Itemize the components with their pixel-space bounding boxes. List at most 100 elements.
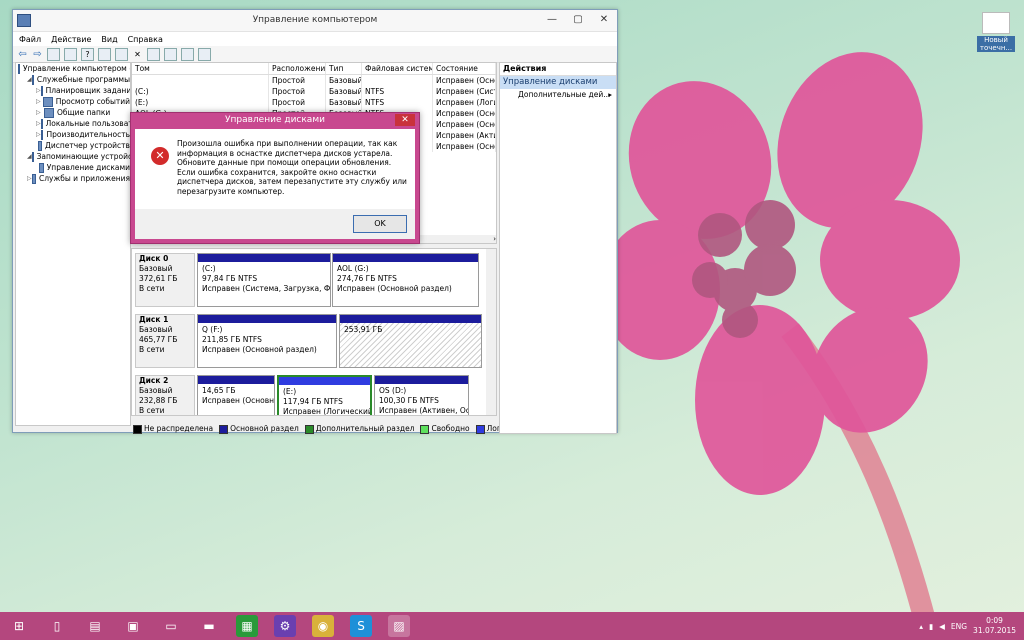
tree-node[interactable]: ▷ Планировщик заданий xyxy=(16,85,130,96)
refresh-icon[interactable] xyxy=(115,47,128,61)
partition-state: Исправен (Система, Загрузка, Файл г xyxy=(202,284,330,293)
actions-disk-management[interactable]: Управление дисками xyxy=(500,76,616,89)
menu-action[interactable]: Действие xyxy=(51,35,91,44)
partition-state: Исправен (Основной раздел) xyxy=(337,284,452,293)
tree-node[interactable]: ▷ Просмотр событий xyxy=(16,96,130,107)
dialog-close-button[interactable]: ✕ xyxy=(395,114,415,126)
clock-time: 0:09 xyxy=(986,616,1003,625)
network-icon[interactable]: ▮ xyxy=(929,622,933,631)
folder-icon[interactable]: ▬ xyxy=(198,615,220,637)
error-icon: ✕ xyxy=(151,147,169,165)
back-arrow-icon[interactable]: ⇦ xyxy=(17,49,28,60)
table-row[interactable]: (E:)ПростойБазовыйNTFSИсправен (Логич xyxy=(132,97,496,108)
properties-icon[interactable] xyxy=(98,47,111,61)
disk-name: Диск 1 xyxy=(139,315,169,324)
col-type[interactable]: Тип xyxy=(326,63,362,74)
open-icon[interactable] xyxy=(147,47,160,61)
tree-node-label: Запоминающие устройст xyxy=(36,152,131,161)
chrome-icon[interactable]: ◉ xyxy=(312,615,334,637)
disk-icon[interactable] xyxy=(198,47,211,61)
minimize-button[interactable]: — xyxy=(539,10,565,29)
language-indicator[interactable]: ENG xyxy=(951,622,967,631)
desktop-shortcut[interactable]: Новый точечн... xyxy=(977,12,1015,52)
col-status[interactable]: Состояние xyxy=(433,63,496,74)
tree-node[interactable]: ▷ Общие папки xyxy=(16,107,130,118)
volume-list-header: Том Расположение Тип Файловая система Со… xyxy=(132,63,496,75)
partition[interactable]: (C:) 97,84 ГБ NTFS Исправен (Система, Загр… xyxy=(197,253,331,307)
close-button[interactable]: ✕ xyxy=(591,10,617,29)
tree-node[interactable]: ◢ Служебные программы xyxy=(16,74,130,85)
console-tree-icon[interactable] xyxy=(64,47,77,61)
tree-node[interactable]: Управление компьютером (л xyxy=(16,63,130,74)
console-tree: Управление компьютером (л ◢ Служебные прог… xyxy=(15,62,131,426)
legend-item: Свободно xyxy=(420,424,470,434)
taskbar: ⊞ ▯ ▤ ▣ ▭ ▬ ▦ ⚙ ◉ S ▨ ▴ ▮ ◀ ENG 0:09 31.07.2015 xyxy=(0,612,1024,640)
partition[interactable]: 14,65 ГБИсправен (Основной xyxy=(197,375,275,415)
save-icon[interactable] xyxy=(164,47,177,61)
clock[interactable]: 0:09 31.07.2015 xyxy=(973,616,1016,636)
help-icon[interactable]: ? xyxy=(81,47,94,61)
table-cell: Исправен (Основ xyxy=(433,119,496,130)
disk-type: Базовый xyxy=(139,386,173,395)
disk-label[interactable]: Диск 0 Базовый 372,61 ГБ В сети xyxy=(135,253,195,307)
disk-map: Диск 0 Базовый 372,61 ГБ В сети (C:) 97,8… xyxy=(131,248,497,416)
table-cell: Базовый xyxy=(326,86,362,97)
partition-selected[interactable]: (E:)117,94 ГБ NTFSИсправен (Логический д xyxy=(277,375,372,415)
menu-file[interactable]: Файл xyxy=(19,35,41,44)
table-cell: NTFS xyxy=(362,86,433,97)
tree-node[interactable]: Управление дисками xyxy=(16,162,130,173)
partition[interactable]: OS (D:) 100,30 ГБ NTFS Исправен (Активен, … xyxy=(374,375,469,415)
store-icon[interactable]: ▦ xyxy=(236,615,258,637)
table-row[interactable]: (C:) Простой Базовый NTFS Исправен (Систе xyxy=(132,86,496,97)
dialog-body: ✕ Произошла ошибка при выполнении операц… xyxy=(135,129,415,209)
up-folder-icon[interactable] xyxy=(47,47,60,61)
tree-node[interactable]: ◢ Запоминающие устройст xyxy=(16,151,130,162)
settings-icon[interactable]: ⚙ xyxy=(274,615,296,637)
table-cell xyxy=(362,75,433,86)
col-filesystem[interactable]: Файловая система xyxy=(362,63,433,74)
tree-node[interactable]: ▷ Локальные пользовате xyxy=(16,118,130,129)
tree-node[interactable]: ▷ Службы и приложения xyxy=(16,173,130,184)
partition[interactable]: Q (F:) 211,85 ГБ NTFS Исправен (Основной р… xyxy=(197,314,337,368)
partition[interactable]: AOL (G:) 274,76 ГБ NTFS Исправен (Основной… xyxy=(332,253,479,307)
disk-size: 372,61 ГБ xyxy=(139,274,178,283)
disk-status: В сети xyxy=(139,284,165,293)
menu-help[interactable]: Справка xyxy=(128,35,163,44)
volume-icon[interactable]: ◀ xyxy=(939,622,945,631)
col-volume[interactable]: Том xyxy=(132,63,269,74)
table-cell: Исправен (Систе xyxy=(433,86,496,97)
tree-node-icon xyxy=(37,140,42,151)
actions-more[interactable]: Дополнительные дей... ▸ xyxy=(500,89,616,101)
title-bar[interactable]: Управление компьютером — ▢ ✕ xyxy=(13,10,617,32)
maximize-button[interactable]: ▢ xyxy=(565,10,591,29)
tray-up-icon[interactable]: ▴ xyxy=(919,622,923,631)
partition-title: OS (D:) xyxy=(379,386,407,395)
disk-label[interactable]: Диск 1 Базовый 465,77 ГБ В сети xyxy=(135,314,195,368)
unallocated-partition[interactable]: 253,91 ГБ xyxy=(339,314,482,368)
search-icon[interactable] xyxy=(181,47,194,61)
forward-arrow-icon[interactable]: ⇨ xyxy=(32,49,43,60)
windows-start-icon[interactable]: ⊞ xyxy=(8,615,30,637)
dialog-message: Произошла ошибка при выполнении операции… xyxy=(177,139,407,196)
file-explorer-icon[interactable]: ▯ xyxy=(46,615,68,637)
remote-desktop-icon[interactable]: ▣ xyxy=(122,615,144,637)
tree-node-icon xyxy=(31,151,34,162)
ok-button[interactable]: OK xyxy=(353,215,407,233)
notepad-icon[interactable]: ▤ xyxy=(84,615,106,637)
col-layout[interactable]: Расположение xyxy=(269,63,326,74)
table-cell xyxy=(132,75,269,86)
vertical-scrollbar[interactable] xyxy=(486,249,496,415)
delete-icon[interactable]: ✕ xyxy=(132,49,143,60)
skype-icon[interactable]: S xyxy=(350,615,372,637)
table-row[interactable]: ПростойБазовый Исправен (Основ xyxy=(132,75,496,86)
tree-node-icon xyxy=(38,162,44,173)
computer-management-icon[interactable]: ▨ xyxy=(388,615,410,637)
expand-toggle-icon[interactable]: ▷ xyxy=(36,107,44,118)
expand-toggle-icon[interactable]: ▷ xyxy=(36,96,43,107)
disk-label[interactable]: Диск 2 Базовый 232,88 ГБ В сети xyxy=(135,375,195,415)
menu-view[interactable]: Вид xyxy=(101,35,117,44)
computer-icon[interactable]: ▭ xyxy=(160,615,182,637)
tree-node[interactable]: ▷ Производительность xyxy=(16,129,130,140)
tree-node[interactable]: Диспетчер устройств xyxy=(16,140,130,151)
partition-title: Q (F:) xyxy=(202,325,223,334)
